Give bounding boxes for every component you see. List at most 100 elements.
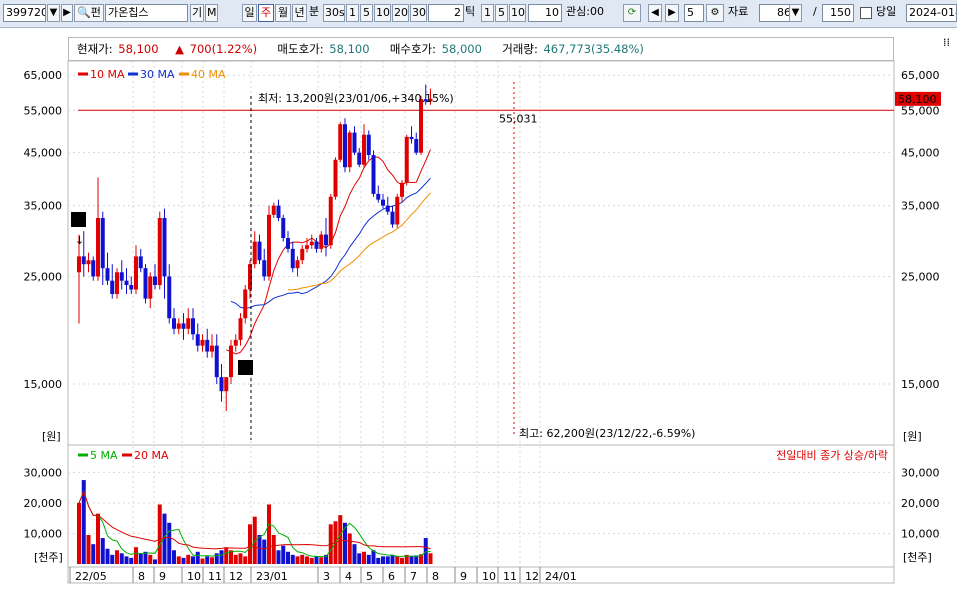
volume-tick-label-right: 10,000	[901, 527, 940, 540]
volume-bar	[167, 522, 172, 564]
volume-bar	[243, 556, 248, 564]
candle-body	[129, 285, 134, 290]
badge-down-arrow-icon: ↓	[75, 234, 84, 247]
candle-body	[115, 272, 119, 295]
volume-bar	[200, 558, 205, 564]
x-tick-label: 4	[345, 570, 352, 583]
candle-body	[162, 217, 167, 277]
volume-bar	[409, 556, 414, 564]
volume-bar	[115, 550, 119, 564]
candle-body	[371, 155, 376, 194]
volume-bar	[100, 538, 105, 564]
candle-body	[338, 124, 343, 160]
x-tick-label: 6	[388, 570, 395, 583]
x-tick-label: 10	[482, 570, 496, 583]
vol-ma5-legend-label: 5 MA	[90, 449, 118, 462]
candle-body	[172, 318, 176, 329]
volume-bar	[86, 535, 91, 564]
ma10-legend-label: 10 MA	[90, 68, 125, 81]
candle-body	[267, 214, 271, 277]
x-tick-label: 11	[208, 570, 222, 583]
volume-bar	[286, 551, 290, 564]
candle-body	[205, 339, 210, 352]
volume-bar	[314, 556, 319, 564]
vol-ma20-legend-label: 20 MA	[134, 449, 169, 462]
candle-body	[257, 241, 262, 261]
candle-body	[357, 152, 362, 165]
x-tick-label: 10	[187, 570, 201, 583]
volume-panel	[67, 444, 895, 568]
x-tick-label: 24/01	[545, 570, 577, 583]
price-tick-label-left: 25,000	[24, 270, 63, 283]
x-tick-label: 3	[323, 570, 330, 583]
volume-bar	[300, 554, 305, 564]
volume-bar	[119, 553, 124, 564]
candle-body	[376, 193, 381, 200]
x-tick-label: 5	[366, 570, 373, 583]
volume-bar	[390, 554, 395, 564]
volume-bar	[257, 535, 262, 564]
candle-body	[328, 196, 333, 246]
volume-bar	[195, 551, 200, 564]
candle-body	[138, 256, 143, 269]
volume-bar	[96, 513, 100, 564]
candle-body	[105, 268, 110, 281]
candle-body	[300, 248, 305, 261]
volume-tick-label-left: 10,000	[24, 527, 63, 540]
ask-price-value: 58,100	[329, 42, 370, 56]
grid-menu-icon[interactable]: ⁞⁞	[943, 36, 950, 49]
candle-body	[238, 318, 243, 340]
candle-body	[233, 339, 238, 346]
ma40-legend-label: 40 MA	[191, 68, 226, 81]
volume-bar	[423, 538, 428, 564]
volume-bar	[77, 502, 81, 564]
candle-body	[319, 234, 324, 249]
candle-body	[110, 280, 115, 295]
volume-bar	[134, 547, 138, 564]
volume-bar	[181, 557, 186, 564]
volume-bar	[176, 556, 181, 564]
candle-body	[409, 136, 414, 140]
x-tick-label: 9	[460, 570, 467, 583]
x-tick-label: 8	[138, 570, 145, 583]
candle-body	[195, 334, 200, 346]
change-up-icon: ▲	[175, 42, 185, 56]
volume-bar	[233, 554, 238, 564]
volume-label: 거래량:	[502, 42, 538, 56]
price-tick-label-right: 35,000	[901, 200, 940, 213]
price-tick-label-right: 65,000	[901, 69, 940, 82]
candle-body	[96, 217, 100, 277]
candle-body	[366, 134, 371, 156]
price-unit-right: [원]	[903, 430, 922, 443]
candle-body	[314, 241, 319, 249]
volume-bar	[309, 557, 314, 564]
candle-body	[77, 256, 81, 273]
bid-price-value: 58,000	[441, 42, 482, 56]
volume-bar	[153, 559, 157, 564]
volume-value: 467,773(35.48%)	[543, 42, 644, 56]
chart-canvas: 55,031 58,100 최저: 13,200원(23/01/06,+340.15…	[24, 36, 950, 584]
price-unit-left: [원]	[42, 430, 61, 443]
volume-bar	[105, 548, 110, 564]
candle-body	[305, 245, 309, 249]
event-badge: 매	[240, 362, 250, 375]
volume-bar	[381, 556, 385, 564]
volume-bar	[148, 554, 153, 564]
low-annotation: 최저: 13,200원(23/01/06,+340.15%)	[258, 92, 454, 105]
x-tick-label: 22/05	[75, 570, 107, 583]
candle-body	[281, 217, 286, 239]
volume-bar	[267, 504, 271, 564]
candle-body	[91, 260, 96, 277]
candle-body	[324, 234, 328, 246]
candle-body	[186, 318, 191, 329]
candle-body	[214, 345, 219, 378]
volume-bar	[347, 533, 352, 564]
candle-body	[362, 134, 366, 165]
volume-bar	[248, 524, 252, 564]
volume-bar	[219, 550, 224, 564]
price-tick-label-left: 15,000	[24, 378, 63, 391]
new-listing-badge: 신	[73, 214, 83, 227]
candle-body	[148, 276, 153, 299]
candle-body	[191, 318, 195, 335]
current-price-value: 58,100	[118, 42, 159, 56]
